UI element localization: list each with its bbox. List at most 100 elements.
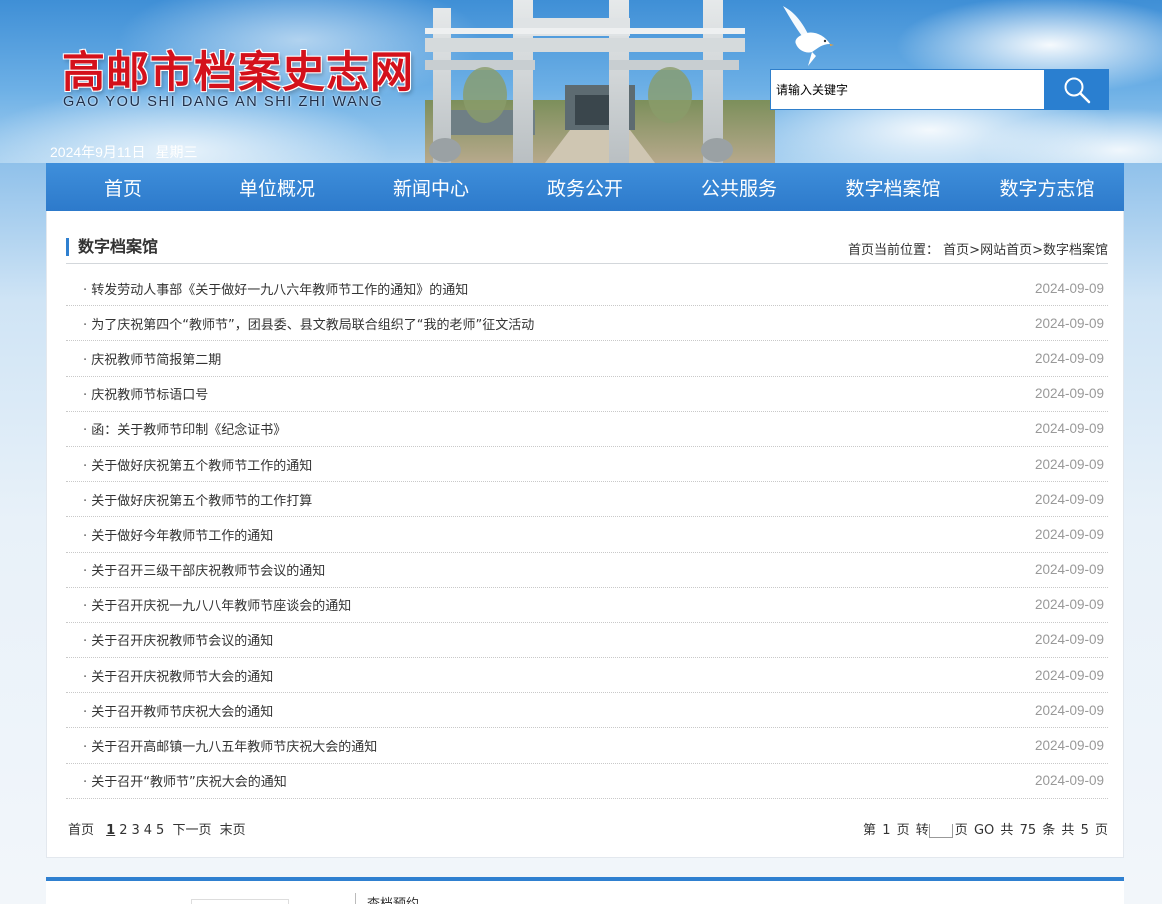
article-date: 2024-09-09 [1034,632,1104,648]
content-panel: 数字档案馆 首页当前位置： 首页>网站首页>数字档案馆 转发劳动人事部《关于做好… [46,211,1124,858]
article-link[interactable]: 关于做好今年教师节工作的通知 [83,525,273,544]
pagination-links: 首页 12345 下一页 末页 [68,819,250,838]
nav-item-government-affairs[interactable]: 政务公开 [508,163,662,211]
breadcrumb-prefix: 首页当前位置： [847,243,939,258]
article-date: 2024-09-09 [1034,667,1104,683]
search-input[interactable] [770,69,1045,110]
article-date: 2024-09-09 [1034,597,1104,613]
list-item: 关于做好庆祝第五个教师节的工作打算 2024-09-09 [66,482,1108,518]
article-link[interactable]: 为了庆祝第四个“教师节”，团县委、县文教局联合组织了“我的老师”征文活动 [83,314,534,333]
header-banner: 高邮市档案史志网 GAO YOU SHI DANG AN SHI ZHI WAN… [0,0,1162,163]
section-header: 数字档案馆 首页当前位置： 首页>网站首页>数字档案馆 [66,236,1108,264]
article-link[interactable]: 函：关于教师节印制《纪念证书》 [83,419,286,438]
goto-label: 转 [915,823,929,838]
article-date: 2024-09-09 [1034,562,1104,578]
article-date: 2024-09-09 [1034,456,1104,472]
nav-item-public-service[interactable]: 公共服务 [662,163,816,211]
breadcrumb-home[interactable]: 首页 [943,243,969,258]
page-info-current: 1 [882,823,891,838]
goto-page-input[interactable] [928,823,953,838]
total-items: 75 [1019,823,1037,838]
list-item: 关于召开教师节庆祝大会的通知 2024-09-09 [66,693,1108,729]
article-date: 2024-09-09 [1034,702,1104,718]
list-item: 为了庆祝第四个“教师节”，团县委、县文教局联合组织了“我的老师”征文活动 2024… [66,306,1108,342]
article-link[interactable]: 庆祝教师节标语口号 [83,384,208,403]
list-item: 关于召开庆祝一九八八年教师节座谈会的通知 2024-09-09 [66,588,1108,623]
nav-item-about[interactable]: 单位概况 [200,163,354,211]
national-emblem-icon [118,895,168,904]
article-date: 2024-09-09 [1034,421,1104,437]
list-item: 关于召开三级干部庆祝教师节会议的通知 2024-09-09 [66,553,1108,588]
footer-divider [355,893,356,904]
go-button[interactable]: GO [974,823,994,838]
current-date: 2024年9月11日 星期三 [50,142,197,162]
list-item: 关于召开“教师节”庆祝大会的通知 2024-09-09 [66,764,1108,799]
list-item: 函：关于教师节印制《纪念证书》 2024-09-09 [66,412,1108,447]
footer-archive-appointment-link[interactable]: 查档预约 [367,893,419,904]
date-text: 2024年9月11日 [50,144,146,160]
article-date: 2024-09-09 [1034,280,1104,296]
article-date: 2024-09-09 [1034,386,1104,402]
article-date: 2024-09-09 [1034,738,1104,754]
site-logo-title[interactable]: 高邮市档案史志网 [62,38,414,100]
nav-item-news[interactable]: 新闻中心 [354,163,508,211]
total-pages: 5 [1080,823,1089,838]
breadcrumb-separator: > [1032,243,1043,258]
page-info-unit: 页 [896,823,910,838]
article-link[interactable]: 转发劳动人事部《关于做好一九八六年教师节工作的通知》的通知 [83,279,468,298]
footer: 查档预约 [46,877,1124,904]
pagination-info: 第 1 页 转页 GO 共 75 条 共 5 页 [861,819,1108,838]
search-button[interactable] [1044,69,1109,110]
article-link[interactable]: 关于做好庆祝第五个教师节工作的通知 [83,455,312,474]
section-title: 数字档案馆 [66,238,158,256]
pager-page-1[interactable]: 1 [106,823,115,838]
site-logo-subtitle: GAO YOU SHI DANG AN SHI ZHI WANG [63,94,384,110]
list-item: 关于召开高邮镇一九八五年教师节庆祝大会的通知 2024-09-09 [66,728,1108,764]
nav-item-digital-chronicles[interactable]: 数字方志馆 [970,163,1124,211]
breadcrumb: 首页当前位置： 首页>网站首页>数字档案馆 [848,239,1108,258]
nav-item-home[interactable]: 首页 [46,163,200,211]
dove-icon [783,6,834,66]
article-link[interactable]: 关于做好庆祝第五个教师节的工作打算 [83,490,312,509]
article-link[interactable]: 关于召开庆祝教师节大会的通知 [83,666,273,685]
article-link[interactable]: 关于召开“教师节”庆祝大会的通知 [83,771,286,790]
pager-page-3[interactable]: 3 [131,823,139,838]
article-date: 2024-09-09 [1034,315,1104,331]
main-nav: 首页 单位概况 新闻中心 政务公开 公共服务 数字档案馆 数字方志馆 [46,163,1124,211]
list-item: 关于召开庆祝教师节大会的通知 2024-09-09 [66,658,1108,694]
pager-first-link[interactable]: 首页 [68,823,94,838]
total-pages-unit: 页 [1094,823,1108,838]
goto-unit: 页 [954,823,968,838]
list-item: 转发劳动人事部《关于做好一九八六年教师节工作的通知》的通知 2024-09-09 [66,271,1108,307]
list-item: 庆祝教师节简报第二期 2024-09-09 [66,341,1108,377]
pager-last-link[interactable]: 末页 [220,823,246,838]
article-date: 2024-09-09 [1034,350,1104,366]
page-info-prefix: 第 [863,823,877,838]
breadcrumb-current[interactable]: 数字档案馆 [1043,243,1108,258]
pager-page-4[interactable]: 4 [144,823,152,838]
pager-page-2[interactable]: 2 [119,823,127,838]
pager-page-5[interactable]: 5 [156,823,164,838]
article-date: 2024-09-09 [1034,773,1104,789]
article-link[interactable]: 关于召开庆祝教师节会议的通知 [83,630,273,649]
memorial-archway-image [425,0,775,163]
total-pages-prefix: 共 [1061,823,1075,838]
article-link[interactable]: 庆祝教师节简报第二期 [83,349,221,368]
pager-next-link[interactable]: 下一页 [172,823,211,838]
nav-item-digital-archives[interactable]: 数字档案馆 [816,163,970,211]
article-link[interactable]: 关于召开教师节庆祝大会的通知 [83,701,273,720]
search-box [770,69,1109,110]
pagination: 首页 12345 下一页 末页 第 1 页 转页 GO 共 75 条 共 5 页 [68,819,1108,838]
list-item: 关于做好庆祝第五个教师节工作的通知 2024-09-09 [66,447,1108,483]
breadcrumb-site-home[interactable]: 网站首页 [980,243,1032,258]
article-link[interactable]: 关于召开三级干部庆祝教师节会议的通知 [83,560,325,579]
list-item: 庆祝教师节标语口号 2024-09-09 [66,377,1108,412]
search-icon [1064,77,1090,103]
article-link[interactable]: 关于召开庆祝一九八八年教师节座谈会的通知 [83,595,351,614]
article-link[interactable]: 关于召开高邮镇一九八五年教师节庆祝大会的通知 [83,736,377,755]
list-item: 关于做好今年教师节工作的通知 2024-09-09 [66,517,1108,553]
list-item: 关于召开庆祝教师节会议的通知 2024-09-09 [66,623,1108,659]
breadcrumb-separator: > [969,243,981,258]
article-date: 2024-09-09 [1034,491,1104,507]
total-items-unit: 条 [1042,823,1056,838]
